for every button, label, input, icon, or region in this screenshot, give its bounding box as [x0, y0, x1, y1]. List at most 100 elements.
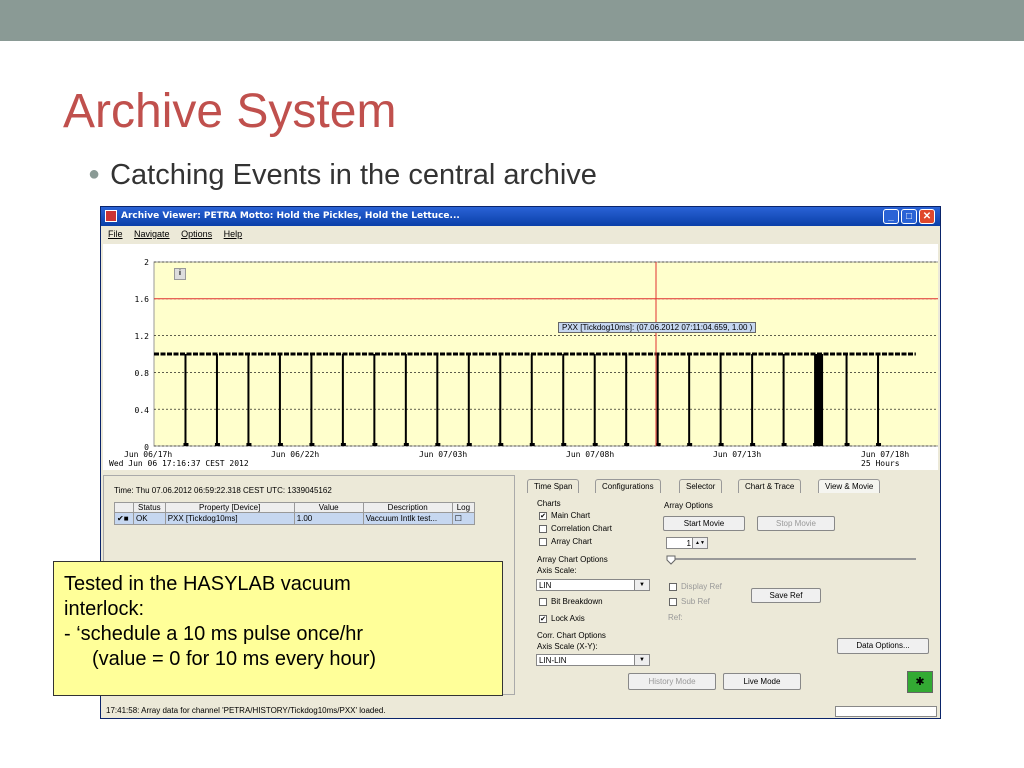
menu-options[interactable]: Options — [181, 229, 212, 239]
x-tick-label: Jun 07/03h — [419, 450, 468, 459]
pulse-point — [403, 443, 409, 446]
array-chart-options-label: Array Chart Options — [537, 555, 608, 564]
status-bar: 17:41:58: Array data for channel 'PETRA/… — [101, 703, 940, 718]
column-check — [114, 502, 134, 513]
tab-view-movie[interactable]: View & Movie — [818, 479, 881, 493]
maximize-button[interactable]: □ — [901, 209, 917, 224]
array-axis-scale-value: LIN — [539, 581, 552, 590]
x-tick-label: Jun 07/13h — [713, 450, 762, 459]
pulse-point — [624, 443, 630, 446]
pulse-point — [529, 443, 535, 446]
pulse-point — [781, 443, 787, 446]
charts-group-label: Charts — [537, 499, 561, 508]
pulse-point — [687, 443, 693, 446]
menu-help[interactable]: Help — [224, 229, 243, 239]
window-titlebar[interactable]: Archive Viewer: PETRA Motto: Hold the Pi… — [101, 207, 940, 226]
callout-note: Tested in the HASYLAB vacuum interlock: … — [53, 561, 503, 696]
main-chart-label: Main Chart — [551, 511, 591, 520]
corr-chart-options-label: Corr. Chart Options — [537, 631, 606, 640]
callout-line: interlock: — [64, 598, 145, 620]
history-mode-button[interactable]: History Mode — [628, 673, 716, 690]
pulse-point — [844, 443, 850, 446]
pulse-burst — [815, 354, 824, 446]
frame-slider[interactable] — [666, 555, 918, 569]
column-log[interactable]: Log — [451, 502, 476, 513]
info-icon[interactable]: i — [174, 268, 186, 280]
pulse-point — [214, 443, 220, 446]
menu-bar: File Navigate Options Help — [101, 226, 940, 242]
pulse-point — [750, 443, 756, 446]
pulse-point — [498, 443, 504, 446]
event-time-label: Time: Thu 07.06.2012 06:59:22.318 CEST U… — [114, 486, 332, 495]
window-title: Archive Viewer: PETRA Motto: Hold the Pi… — [121, 211, 460, 221]
table-row[interactable]: ✔■ OK PXX [Tickdog10ms] 1.00 Vaccuum Int… — [114, 512, 476, 525]
frame-spinner[interactable]: 1 ▲▼ — [666, 537, 708, 549]
row-check[interactable]: ✔■ — [114, 512, 134, 525]
spinner-arrows-icon[interactable]: ▲▼ — [692, 538, 707, 548]
events-table: Status Property [Device] Value Descripti… — [114, 502, 476, 525]
stop-movie-button[interactable]: Stop Movie — [757, 516, 835, 531]
chevron-down-icon: ▼ — [634, 580, 649, 590]
correlation-chart-checkbox[interactable] — [539, 525, 547, 533]
row-log[interactable]: ☐ — [451, 512, 476, 525]
close-button[interactable]: ✕ — [919, 209, 935, 224]
tab-configurations[interactable]: Configurations — [595, 479, 661, 493]
chart-plot[interactable] — [103, 244, 938, 470]
corr-axis-scale-value: LIN-LIN — [539, 656, 567, 665]
minimize-button[interactable]: _ — [883, 209, 899, 224]
main-chart-checkbox[interactable]: ✔ — [539, 512, 547, 520]
pulse-point — [876, 443, 882, 446]
display-ref-label: Display Ref — [681, 582, 722, 591]
pulse-point — [592, 443, 598, 446]
pulse-point — [561, 443, 567, 446]
chart-tooltip: PXX [Tickdog10ms]: (07.06.2012 07:11:04.… — [558, 322, 757, 333]
start-movie-button[interactable]: Start Movie — [663, 516, 745, 531]
callout-line: (value = 0 for 10 ms every hour) — [92, 648, 377, 670]
live-mode-button[interactable]: Live Mode — [723, 673, 801, 690]
pulse-point — [466, 443, 472, 446]
correlation-chart-label: Correlation Chart — [551, 524, 612, 533]
pulse-point — [277, 443, 283, 446]
callout-line: Tested in the HASYLAB vacuum — [64, 573, 351, 595]
array-chart-label: Array Chart — [551, 537, 592, 546]
tab-selector[interactable]: Selector — [679, 479, 723, 493]
chart-panel: 2 1.6 1.2 0.8 0.4 0 Jun 06/17h Jun 06/22… — [103, 244, 938, 470]
column-property[interactable]: Property [Device] — [164, 502, 295, 513]
slide-title: Archive System — [63, 85, 397, 138]
corr-axis-scale-select[interactable]: LIN-LIN ▼ — [536, 654, 650, 666]
sub-ref-checkbox[interactable] — [669, 598, 677, 606]
pulse-point — [435, 443, 441, 446]
lock-axis-checkbox[interactable]: ✔ — [539, 615, 547, 623]
pulse-point — [183, 443, 189, 446]
corr-axis-scale-label: Axis Scale (X-Y): — [537, 642, 598, 651]
pulse-point — [246, 443, 252, 446]
column-value[interactable]: Value — [293, 502, 364, 513]
column-description[interactable]: Description — [362, 502, 453, 513]
settings-panel: Time Span Configurations Selector Chart … — [521, 475, 938, 695]
tab-chart-trace[interactable]: Chart & Trace — [738, 479, 802, 493]
x-tick-label: Jun 06/22h — [271, 450, 320, 459]
column-status[interactable]: Status — [133, 502, 166, 513]
display-ref-checkbox[interactable] — [669, 583, 677, 591]
pulse-point — [372, 443, 378, 446]
frame-spinner-value: 1 — [686, 539, 691, 548]
menu-file[interactable]: File — [108, 229, 123, 239]
data-options-button[interactable]: Data Options... — [837, 638, 929, 654]
sub-ref-label: Sub Ref — [681, 597, 710, 606]
lock-axis-label: Lock Axis — [551, 614, 585, 623]
array-chart-checkbox[interactable] — [539, 538, 547, 546]
callout-line: - ‘schedule a 10 ms pulse once/hr — [64, 623, 364, 645]
row-property: PXX [Tickdog10ms] — [164, 512, 295, 525]
app-icon — [105, 210, 117, 222]
tab-time-span[interactable]: Time Span — [527, 479, 580, 493]
status-text: 17:41:58: Array data for channel 'PETRA/… — [106, 706, 386, 715]
menu-navigate[interactable]: Navigate — [134, 229, 170, 239]
pulse-point — [718, 443, 724, 446]
ref-label: Ref: — [668, 613, 683, 622]
save-ref-button[interactable]: Save Ref — [751, 588, 821, 603]
x-start-label: Wed Jun 06 17:16:37 CEST 2012 — [109, 459, 249, 468]
array-axis-scale-select[interactable]: LIN ▼ — [536, 579, 650, 591]
bug-icon[interactable]: ✱ — [907, 671, 933, 693]
bit-breakdown-checkbox[interactable] — [539, 598, 547, 606]
row-description: Vaccuum Intlk test... — [362, 512, 453, 525]
